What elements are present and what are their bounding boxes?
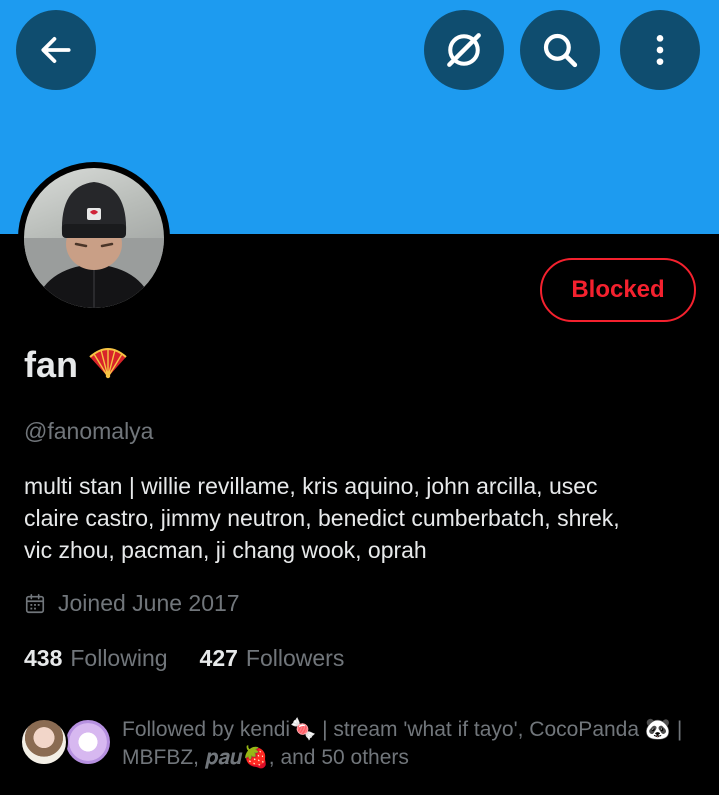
follower-avatar: [64, 718, 112, 766]
joined-text: Joined June 2017: [58, 590, 240, 616]
followed-by-text: Followed by kendi🍬 | stream 'what if tay…: [122, 716, 702, 772]
more-vertical-icon: [656, 35, 664, 65]
handle: @fanomalya: [24, 418, 154, 444]
back-button[interactable]: [16, 10, 96, 90]
bio: multi stan | willie revillame, kris aqui…: [24, 470, 704, 566]
grok-slash-icon: [447, 33, 481, 67]
following-count: 438: [24, 645, 63, 671]
bio-line: multi stan | willie revillame, kris aqui…: [24, 473, 598, 499]
calendar-icon: [25, 593, 45, 613]
followers-link[interactable]: 427 Followers: [200, 645, 345, 672]
more-button[interactable]: [620, 10, 700, 90]
bio-line: claire castro, jimmy neutron, benedict c…: [24, 505, 620, 531]
followed-by-line: MBFBZ, 𝒑𝒂𝒖🍓, and 50 others: [122, 746, 409, 769]
grok-button[interactable]: [424, 10, 504, 90]
arrow-left-icon: [41, 37, 71, 63]
follower-avatar: [20, 718, 68, 766]
display-name-row: fan: [24, 342, 128, 388]
blocked-button[interactable]: Blocked: [540, 258, 696, 322]
followers-count: 427: [199, 645, 238, 671]
followed-by[interactable]: Followed by kendi🍬 | stream 'what if tay…: [20, 716, 702, 772]
avatar[interactable]: [18, 162, 170, 314]
followed-by-line: Followed by kendi🍬 | stream 'what if tay…: [122, 718, 683, 741]
search-icon: [543, 33, 578, 68]
search-button[interactable]: [520, 10, 600, 90]
display-name: fan: [24, 344, 78, 385]
folding-fan-emoji-icon: [88, 347, 128, 384]
following-link[interactable]: 438 Following: [24, 645, 168, 672]
follow-stats: 438 Following 427 Followers: [24, 645, 344, 672]
avatar-image: [24, 182, 164, 308]
avatar-photo: [24, 168, 164, 308]
followers-label: Followers: [245, 645, 345, 671]
joined-date: Joined June 2017: [24, 590, 240, 617]
bio-line: vic zhou, pacman, ji chang wook, oprah: [24, 537, 427, 563]
following-label: Following: [70, 645, 168, 671]
followed-by-avatars: [20, 716, 116, 770]
